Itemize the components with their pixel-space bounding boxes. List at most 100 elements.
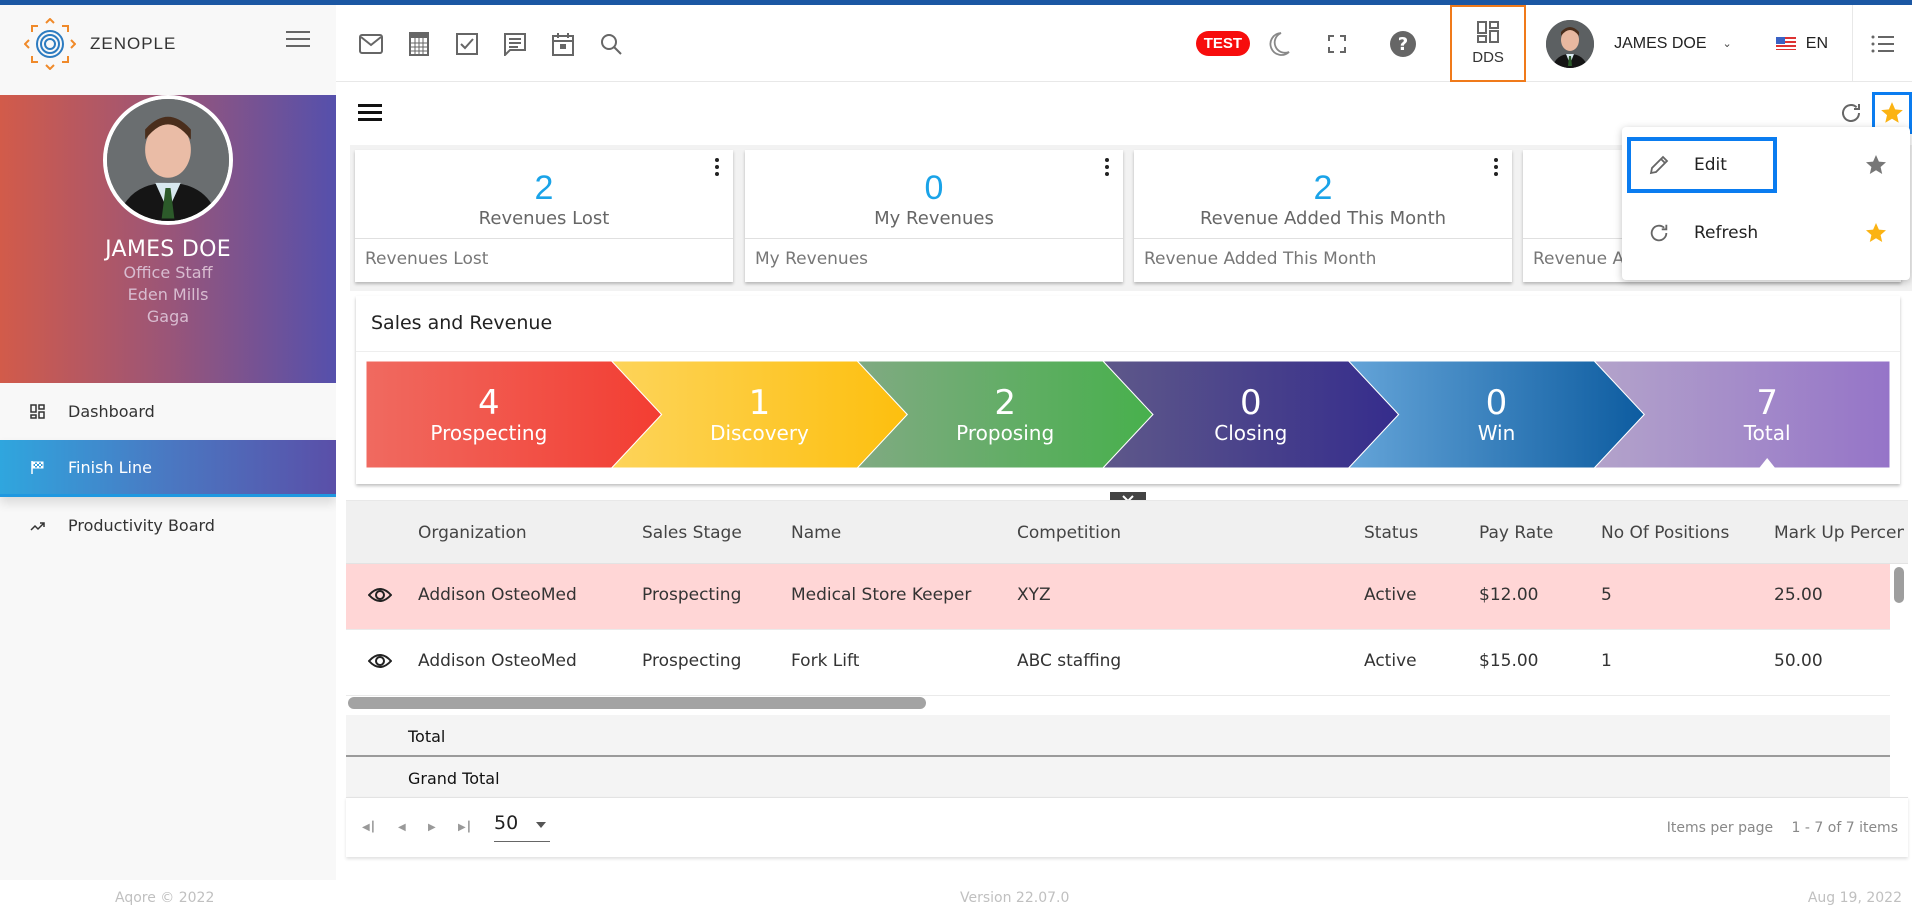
calculator-icon[interactable] bbox=[406, 31, 432, 57]
search-icon[interactable] bbox=[598, 31, 624, 57]
calendar-icon[interactable] bbox=[550, 31, 576, 57]
list-icon bbox=[1871, 35, 1894, 52]
items-per-page-label: Items per page bbox=[1666, 820, 1774, 836]
checkered-flag-icon bbox=[30, 460, 50, 475]
cell-pay-rate: $15.00 bbox=[1479, 651, 1539, 671]
header-right: TEST ? DDS JAMES DOE ⌄ EN bbox=[1195, 5, 1912, 82]
fullscreen-icon[interactable] bbox=[1322, 29, 1352, 59]
vertical-scrollbar[interactable] bbox=[1894, 567, 1904, 603]
sidebar-item-productivity-board[interactable]: Productivity Board bbox=[0, 497, 336, 554]
kpi-card-revenues-lost[interactable]: 2 Revenues Lost Revenues Lost bbox=[355, 150, 733, 282]
avatar bbox=[1546, 19, 1595, 68]
column-header[interactable]: No Of Positions bbox=[1601, 523, 1729, 543]
stage-value: 0 bbox=[1240, 382, 1262, 423]
profile-location: Eden Mills bbox=[127, 285, 209, 304]
star-filled-icon[interactable] bbox=[1864, 221, 1888, 249]
column-header[interactable]: Pay Rate bbox=[1479, 523, 1553, 543]
focus-outline bbox=[1627, 137, 1777, 193]
funnel-stage-closing[interactable]: 0 Closing bbox=[1153, 361, 1349, 468]
menu-item-refresh[interactable]: Refresh bbox=[1622, 205, 1910, 261]
kpi-value: 0 bbox=[924, 169, 944, 207]
environment-badge: TEST bbox=[1195, 31, 1251, 56]
grand-total-label: Grand Total bbox=[408, 769, 500, 788]
pager-info: Items per page 1 - 7 of 7 items bbox=[1667, 820, 1898, 836]
version: Version 22.07.0 bbox=[960, 890, 1070, 906]
grand-total-row: Grand Total bbox=[346, 757, 1890, 798]
first-page-button[interactable]: ◀┃ bbox=[362, 822, 376, 833]
cell-markup: 25.00 bbox=[1774, 585, 1823, 605]
page-size-select[interactable]: 50 bbox=[494, 812, 550, 842]
view-eye-icon[interactable] bbox=[367, 652, 393, 672]
table-row[interactable]: Addison OsteoMed Prospecting Medical Sto… bbox=[346, 564, 1890, 630]
stage-text: 2 Proposing bbox=[907, 361, 1103, 468]
table-row[interactable]: Addison OsteoMed Prospecting Fork Lift A… bbox=[346, 630, 1890, 696]
kpi-card-revenue-added-this-month[interactable]: 2 Revenue Added This Month Revenue Added… bbox=[1134, 150, 1512, 282]
funnel-stage-prospecting[interactable]: 4 Prospecting bbox=[366, 361, 612, 468]
brand-name: ZENOPLE bbox=[90, 33, 177, 53]
mail-icon[interactable] bbox=[358, 31, 384, 57]
view-eye-icon[interactable] bbox=[367, 586, 393, 606]
dark-mode-moon-icon[interactable] bbox=[1264, 29, 1294, 59]
cell-competition: XYZ bbox=[1017, 585, 1051, 605]
previous-page-button[interactable]: ◀ bbox=[398, 822, 406, 833]
horizontal-scrollbar[interactable] bbox=[348, 697, 926, 709]
stage-label: Proposing bbox=[956, 420, 1055, 445]
dashboard-menu-button[interactable] bbox=[358, 104, 382, 122]
kpi-value: 2 bbox=[534, 169, 554, 207]
zenople-logo bbox=[23, 17, 77, 70]
right-panel-toggle-button[interactable] bbox=[1852, 5, 1912, 82]
cell-name: Medical Store Keeper bbox=[791, 585, 972, 605]
profile-extra: Gaga bbox=[146, 307, 190, 326]
star-outline-icon[interactable] bbox=[1864, 153, 1888, 181]
brand: ZENOPLE bbox=[0, 5, 336, 82]
total-label: Total bbox=[408, 727, 446, 746]
star-icon bbox=[1881, 102, 1903, 123]
page-size-value: 50 bbox=[494, 812, 519, 834]
kpi-value: 2 bbox=[1313, 169, 1333, 207]
cell-sales-stage: Prospecting bbox=[642, 585, 742, 605]
column-header[interactable]: Organization bbox=[418, 523, 527, 543]
stage-text: 7 Total bbox=[1644, 361, 1890, 468]
sidebar-item-dashboard[interactable]: Dashboard bbox=[0, 383, 336, 440]
sidebar-item-label: Productivity Board bbox=[68, 516, 215, 535]
card-menu-icon[interactable] bbox=[1492, 158, 1500, 178]
kpi-card-my-revenues[interactable]: 0 My Revenues My Revenues bbox=[745, 150, 1123, 282]
panel-title: Sales and Revenue bbox=[356, 296, 1900, 352]
sidebar-toggle-button[interactable] bbox=[286, 31, 310, 49]
help-icon[interactable]: ? bbox=[1388, 29, 1418, 59]
chevron-down-icon: ⌄ bbox=[1722, 37, 1732, 50]
dds-button[interactable]: DDS bbox=[1450, 5, 1527, 82]
sales-stage-funnel: 4 Prospecting 1 Discovery 2 Proposing 0 Closing… bbox=[366, 361, 1890, 468]
task-check-icon[interactable] bbox=[454, 31, 480, 57]
dds-label: DDS bbox=[1472, 49, 1504, 66]
refresh-icon bbox=[1648, 222, 1674, 244]
dashboard-icon bbox=[30, 404, 50, 419]
column-header[interactable]: Sales Stage bbox=[642, 523, 742, 543]
user-menu[interactable]: JAMES DOE ⌄ bbox=[1546, 19, 1732, 68]
stage-text: 0 Win bbox=[1399, 361, 1595, 468]
column-header[interactable]: Competition bbox=[1017, 523, 1121, 543]
card-menu-icon[interactable] bbox=[713, 158, 721, 178]
column-header[interactable]: Name bbox=[791, 523, 841, 543]
menu-item-label: Refresh bbox=[1694, 223, 1759, 243]
chat-icon[interactable] bbox=[502, 31, 528, 57]
funnel-stage-discovery[interactable]: 1 Discovery bbox=[662, 361, 858, 468]
sidebar-item-finish-line[interactable]: Finish Line bbox=[0, 440, 336, 497]
refresh-button[interactable] bbox=[1836, 98, 1866, 128]
last-page-button[interactable]: ▶┃ bbox=[458, 822, 472, 833]
funnel-stage-total[interactable]: 7 Total bbox=[1644, 361, 1890, 468]
funnel-stage-proposing[interactable]: 2 Proposing bbox=[907, 361, 1103, 468]
app-header: ZENOPLE TEST ? DDS JAMES DOE ⌄ EN bbox=[0, 5, 1912, 82]
grid-header: Organization Sales Stage Name Competitio… bbox=[346, 501, 1908, 564]
card-menu-icon[interactable] bbox=[1103, 158, 1111, 178]
column-header[interactable]: Mark Up Percen bbox=[1774, 523, 1904, 543]
cell-positions: 1 bbox=[1601, 651, 1612, 671]
language-selector[interactable]: EN bbox=[1775, 35, 1828, 53]
next-page-button[interactable]: ▶ bbox=[428, 822, 436, 833]
cell-status: Active bbox=[1364, 585, 1417, 605]
cell-positions: 5 bbox=[1601, 585, 1612, 605]
cell-status: Active bbox=[1364, 651, 1417, 671]
column-header[interactable]: Status bbox=[1364, 523, 1418, 543]
funnel-stage-win[interactable]: 0 Win bbox=[1399, 361, 1595, 468]
svg-text:?: ? bbox=[1398, 34, 1408, 55]
